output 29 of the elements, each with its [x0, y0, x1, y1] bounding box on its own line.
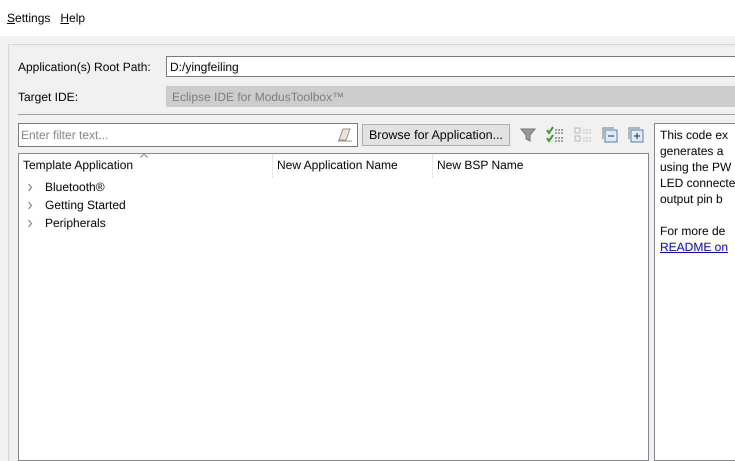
target-ide-label: Target IDE:	[18, 90, 80, 104]
description-text: output pin b	[660, 191, 723, 207]
filter-icon[interactable]	[520, 127, 536, 143]
column-header[interactable]: New BSP Name	[433, 154, 648, 178]
tree-item[interactable]: Bluetooth®	[19, 178, 105, 196]
column-header[interactable]: New Application Name	[273, 154, 433, 178]
description-text: LED connecte	[660, 175, 735, 191]
uncheck-all-icon[interactable]	[574, 126, 592, 144]
collapse-all-icon[interactable]	[602, 127, 618, 143]
description-text: generates a	[660, 143, 724, 159]
description-text: This code ex	[660, 127, 728, 143]
browse-button[interactable]: Browse for Application...	[362, 124, 510, 146]
tree-item[interactable]: Peripherals	[19, 214, 106, 232]
root-path-label: Application(s) Root Path:	[18, 60, 152, 74]
root-path-field[interactable]: D:/yingfeiling	[166, 56, 735, 77]
expand-all-icon[interactable]	[628, 127, 644, 143]
tree-item[interactable]: Getting Started	[19, 196, 126, 214]
check-all-icon[interactable]	[546, 126, 564, 144]
menu-item[interactable]: Settings	[2, 11, 56, 25]
description-text: using the PW	[660, 159, 732, 175]
eraser-icon[interactable]	[337, 128, 353, 142]
readme-link[interactable]: README on	[660, 239, 728, 255]
description-text: For more de	[660, 223, 726, 239]
chevron-icon[interactable]	[26, 182, 34, 192]
column-header[interactable]: Template Application	[19, 154, 273, 178]
filter-field[interactable]: Enter filter text...	[18, 123, 358, 147]
menu-item[interactable]: Help	[55, 11, 90, 25]
chevron-icon[interactable]	[26, 200, 34, 210]
chevron-icon[interactable]	[26, 218, 34, 228]
